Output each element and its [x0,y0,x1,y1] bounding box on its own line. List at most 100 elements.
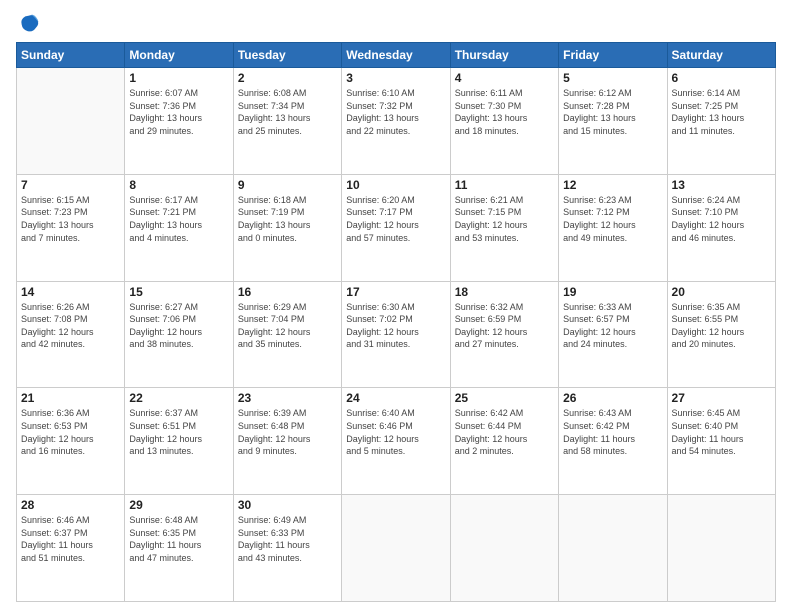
day-number: 25 [455,391,554,405]
calendar-cell [667,495,775,602]
day-number: 18 [455,285,554,299]
calendar-week-1: 7 Sunrise: 6:15 AM Sunset: 7:23 PM Daylig… [17,174,776,281]
day-info: Sunrise: 6:40 AM Sunset: 6:46 PM Dayligh… [346,407,445,457]
calendar-cell [17,68,125,175]
day-info: Sunrise: 6:48 AM Sunset: 6:35 PM Dayligh… [129,514,228,564]
day-info: Sunrise: 6:10 AM Sunset: 7:32 PM Dayligh… [346,87,445,137]
day-number: 19 [563,285,662,299]
calendar-cell: 2 Sunrise: 6:08 AM Sunset: 7:34 PM Daylig… [233,68,341,175]
day-number: 14 [21,285,120,299]
day-info: Sunrise: 6:26 AM Sunset: 7:08 PM Dayligh… [21,301,120,351]
calendar-week-3: 21 Sunrise: 6:36 AM Sunset: 6:53 PM Dayli… [17,388,776,495]
calendar-cell: 16 Sunrise: 6:29 AM Sunset: 7:04 PM Dayli… [233,281,341,388]
calendar-cell: 20Sunrise: 6:35 AM Sunset: 6:55 PM Dayli… [667,281,775,388]
calendar-cell: 8Sunrise: 6:17 AM Sunset: 7:21 PM Daylig… [125,174,233,281]
day-info: Sunrise: 6:37 AM Sunset: 6:51 PM Dayligh… [129,407,228,457]
calendar-cell [559,495,667,602]
day-info: Sunrise: 6:43 AM Sunset: 6:42 PM Dayligh… [563,407,662,457]
day-info: Sunrise: 6:29 AM Sunset: 7:04 PM Dayligh… [238,301,337,351]
day-info: Sunrise: 6:15 AM Sunset: 7:23 PM Dayligh… [21,194,120,244]
calendar-cell: 3Sunrise: 6:10 AM Sunset: 7:32 PM Daylig… [342,68,450,175]
day-info: Sunrise: 6:21 AM Sunset: 7:15 PM Dayligh… [455,194,554,244]
calendar-table: SundayMondayTuesdayWednesdayThursdayFrid… [16,42,776,602]
day-number: 10 [346,178,445,192]
header-day-sunday: Sunday [17,43,125,68]
logo [16,12,42,34]
day-number: 16 [238,285,337,299]
header-day-saturday: Saturday [667,43,775,68]
calendar-cell: 17Sunrise: 6:30 AM Sunset: 7:02 PM Dayli… [342,281,450,388]
calendar-header: SundayMondayTuesdayWednesdayThursdayFrid… [17,43,776,68]
calendar-cell: 24 Sunrise: 6:40 AM Sunset: 6:46 PM Dayli… [342,388,450,495]
calendar-body: 1Sunrise: 6:07 AM Sunset: 7:36 PM Daylig… [17,68,776,602]
calendar-cell: 28 Sunrise: 6:46 AM Sunset: 6:37 PM Dayli… [17,495,125,602]
day-info: Sunrise: 6:12 AM Sunset: 7:28 PM Dayligh… [563,87,662,137]
calendar-cell: 9Sunrise: 6:18 AM Sunset: 7:19 PM Daylig… [233,174,341,281]
calendar-week-2: 14 Sunrise: 6:26 AM Sunset: 7:08 PM Dayli… [17,281,776,388]
day-info: Sunrise: 6:07 AM Sunset: 7:36 PM Dayligh… [129,87,228,137]
day-number: 5 [563,71,662,85]
calendar-cell: 7 Sunrise: 6:15 AM Sunset: 7:23 PM Daylig… [17,174,125,281]
day-number: 24 [346,391,445,405]
calendar: SundayMondayTuesdayWednesdayThursdayFrid… [16,42,776,602]
day-number: 4 [455,71,554,85]
day-number: 7 [21,178,120,192]
day-info: Sunrise: 6:08 AM Sunset: 7:34 PM Dayligh… [238,87,337,137]
day-info: Sunrise: 6:45 AM Sunset: 6:40 PM Dayligh… [672,407,771,457]
day-info: Sunrise: 6:18 AM Sunset: 7:19 PM Dayligh… [238,194,337,244]
day-number: 30 [238,498,337,512]
calendar-cell: 27 Sunrise: 6:45 AM Sunset: 6:40 PM Dayli… [667,388,775,495]
header-day-wednesday: Wednesday [342,43,450,68]
calendar-cell: 25 Sunrise: 6:42 AM Sunset: 6:44 PM Dayli… [450,388,558,495]
calendar-cell: 10 Sunrise: 6:20 AM Sunset: 7:17 PM Dayli… [342,174,450,281]
day-info: Sunrise: 6:27 AM Sunset: 7:06 PM Dayligh… [129,301,228,351]
day-number: 13 [672,178,771,192]
calendar-cell: 18 Sunrise: 6:32 AM Sunset: 6:59 PM Dayli… [450,281,558,388]
calendar-cell: 26Sunrise: 6:43 AM Sunset: 6:42 PM Dayli… [559,388,667,495]
header-day-monday: Monday [125,43,233,68]
day-number: 27 [672,391,771,405]
day-info: Sunrise: 6:36 AM Sunset: 6:53 PM Dayligh… [21,407,120,457]
header-day-friday: Friday [559,43,667,68]
calendar-cell: 21 Sunrise: 6:36 AM Sunset: 6:53 PM Dayli… [17,388,125,495]
day-info: Sunrise: 6:32 AM Sunset: 6:59 PM Dayligh… [455,301,554,351]
logo-icon [18,12,40,34]
calendar-cell: 12 Sunrise: 6:23 AM Sunset: 7:12 PM Dayli… [559,174,667,281]
day-number: 2 [238,71,337,85]
page: SundayMondayTuesdayWednesdayThursdayFrid… [0,0,792,612]
day-info: Sunrise: 6:35 AM Sunset: 6:55 PM Dayligh… [672,301,771,351]
day-number: 28 [21,498,120,512]
calendar-cell: 29Sunrise: 6:48 AM Sunset: 6:35 PM Dayli… [125,495,233,602]
calendar-cell: 5 Sunrise: 6:12 AM Sunset: 7:28 PM Daylig… [559,68,667,175]
header-row: SundayMondayTuesdayWednesdayThursdayFrid… [17,43,776,68]
calendar-week-0: 1Sunrise: 6:07 AM Sunset: 7:36 PM Daylig… [17,68,776,175]
calendar-cell: 13Sunrise: 6:24 AM Sunset: 7:10 PM Dayli… [667,174,775,281]
day-info: Sunrise: 6:42 AM Sunset: 6:44 PM Dayligh… [455,407,554,457]
day-number: 15 [129,285,228,299]
day-info: Sunrise: 6:30 AM Sunset: 7:02 PM Dayligh… [346,301,445,351]
day-number: 22 [129,391,228,405]
day-info: Sunrise: 6:33 AM Sunset: 6:57 PM Dayligh… [563,301,662,351]
calendar-week-4: 28 Sunrise: 6:46 AM Sunset: 6:37 PM Dayli… [17,495,776,602]
day-info: Sunrise: 6:20 AM Sunset: 7:17 PM Dayligh… [346,194,445,244]
calendar-cell: 6 Sunrise: 6:14 AM Sunset: 7:25 PM Daylig… [667,68,775,175]
day-number: 11 [455,178,554,192]
calendar-cell: 1Sunrise: 6:07 AM Sunset: 7:36 PM Daylig… [125,68,233,175]
day-number: 23 [238,391,337,405]
day-number: 6 [672,71,771,85]
day-info: Sunrise: 6:11 AM Sunset: 7:30 PM Dayligh… [455,87,554,137]
day-number: 12 [563,178,662,192]
calendar-cell: 23Sunrise: 6:39 AM Sunset: 6:48 PM Dayli… [233,388,341,495]
header-day-tuesday: Tuesday [233,43,341,68]
day-number: 21 [21,391,120,405]
calendar-cell: 4 Sunrise: 6:11 AM Sunset: 7:30 PM Daylig… [450,68,558,175]
header-day-thursday: Thursday [450,43,558,68]
calendar-cell: 11 Sunrise: 6:21 AM Sunset: 7:15 PM Dayli… [450,174,558,281]
calendar-cell: 15 Sunrise: 6:27 AM Sunset: 7:06 PM Dayli… [125,281,233,388]
calendar-cell [342,495,450,602]
day-info: Sunrise: 6:14 AM Sunset: 7:25 PM Dayligh… [672,87,771,137]
day-info: Sunrise: 6:23 AM Sunset: 7:12 PM Dayligh… [563,194,662,244]
calendar-cell [450,495,558,602]
day-info: Sunrise: 6:46 AM Sunset: 6:37 PM Dayligh… [21,514,120,564]
day-info: Sunrise: 6:49 AM Sunset: 6:33 PM Dayligh… [238,514,337,564]
